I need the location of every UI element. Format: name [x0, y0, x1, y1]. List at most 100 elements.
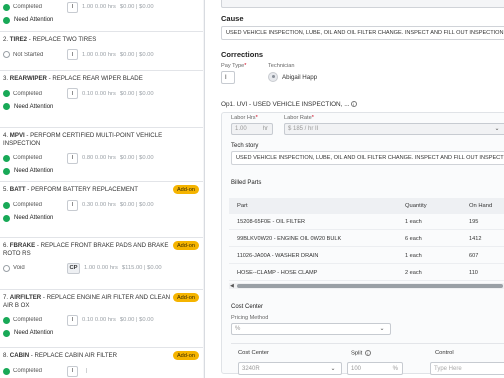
attention-icon [3, 329, 10, 337]
operation-card[interactable]: 8. CABIN - REPLACE CABIN AIR FILTER Add-o… [0, 348, 203, 378]
price-value: $0.00 [119, 202, 135, 208]
need-attention-row[interactable]: Need Attention [3, 327, 199, 339]
attention-icon [3, 16, 10, 24]
control-field[interactable]: Type Here [430, 362, 504, 375]
need-attention-row[interactable]: Need Attention [3, 165, 199, 177]
addon-badge: Add-on [172, 241, 199, 250]
need-attention-row[interactable]: Need Attention [3, 101, 199, 113]
qty-value: 1.00 [82, 51, 94, 58]
total-value: $0.00 [139, 155, 154, 161]
on-hand-cell: 195 [469, 219, 479, 225]
cause-heading: Cause [221, 14, 244, 23]
chevron-down-icon: ⌄ [494, 126, 500, 132]
pay-type-box[interactable]: CP [67, 262, 80, 274]
operation-title: 3. REARWIPER - REPLACE REAR WIPER BLADE [3, 75, 143, 82]
operation-title: 7. AIRFILTER - REPLACE ENGINE AIR FILTER… [3, 294, 171, 309]
pay-type-box[interactable]: I [67, 152, 78, 164]
parts-table-row[interactable]: HOSE--CLAMP - HOSE CLAMP 2 each 110 [229, 265, 504, 281]
operations-list: Completed I 1.00 0.00 hrs $0.00 | $0.00 Need… [0, 0, 205, 378]
qty-value: 0.80 [82, 155, 94, 161]
part-cell: 15208-65F0E - OIL FILTER [237, 219, 306, 225]
status-icon [3, 201, 10, 209]
operation-card[interactable]: 6. FBRAKE - REPLACE FRONT BRAKE PADS AND… [0, 238, 203, 290]
on-hand-cell: 607 [469, 253, 479, 259]
operation-card[interactable]: 2. TIRE2 - REPLACE TWO TIRES Not Started I… [0, 32, 203, 71]
operation-status-row: Not Started I 1.00 0.00 hrs $0.00 | $0.00 [3, 48, 199, 62]
need-attention-label: Need Attention [14, 215, 54, 221]
addon-badge: Add-on [172, 185, 199, 194]
pay-type-box[interactable]: I [67, 365, 78, 377]
repair-order-screen: Completed I 1.00 0.00 hrs $0.00 | $0.00 Need… [0, 0, 504, 378]
operation-card[interactable]: 4. MPVI - PERFORM CERTIFIED MULTI-POINT … [0, 128, 203, 182]
need-attention-label: Need Attention [14, 168, 54, 174]
total-value: $0.00 [139, 202, 154, 208]
price-value: $0.00 [119, 51, 135, 58]
info-icon[interactable]: i [364, 350, 371, 356]
parts-table-row[interactable]: 15208-65F0E - OIL FILTER 1 each 195 [229, 214, 504, 230]
operation-values: 0.80 0.00 hrs $0.00 | $0.00 [82, 155, 154, 161]
parts-table-header: Part Quantity On Hand [229, 198, 504, 214]
status-label: Completed [13, 368, 43, 374]
operation-values: 0.10 0.00 hrs $0.00 | $0.00 [82, 90, 154, 97]
parts-table-row[interactable]: 11026-JA00A - WASHER DRAIN 1 each 607 [229, 248, 504, 264]
on-hand-cell: 110 [469, 270, 478, 276]
status-label: Completed [13, 90, 43, 97]
operation-card[interactable]: 7. AIRFILTER - REPLACE ENGINE AIR FILTER… [0, 290, 203, 348]
operation-card[interactable]: 5. BATT - PERFORM BATTERY REPLACEMENT Add… [0, 182, 203, 238]
info-icon[interactable]: i [350, 101, 357, 108]
operation-values: 0.30 0.00 hrs $0.00 | $0.00 [82, 202, 154, 208]
operation-values: 0.10 0.00 hrs $0.00 | $0.00 [82, 317, 154, 323]
pay-type-box[interactable]: I [67, 1, 78, 13]
operation-detail-pane: Cause USED VEHICLE INSPECTION, LUBE, OIL… [205, 0, 504, 378]
parts-table-scrollbar[interactable]: ◀ [229, 283, 504, 289]
labor-rate-select[interactable]: $ 185 / hr II ⌄ [284, 123, 504, 135]
pricing-method-select[interactable]: % ⌄ [231, 323, 391, 335]
price-value: $0.00 [119, 317, 135, 323]
previous-field-box[interactable] [221, 0, 504, 8]
operation-values: 1.00 0.00 hrs $115.00 | $0.00 [84, 265, 162, 271]
tech-story-text[interactable]: USED VEHICLE INSPECTION, LUBE, OIL AND O… [231, 151, 504, 165]
price-value: $0.00 [119, 155, 135, 161]
quantity-cell: 6 each [405, 236, 422, 242]
operation-title: 5. BATT - PERFORM BATTERY REPLACEMENT [3, 186, 139, 193]
parts-col-header: On Hand [469, 203, 493, 209]
quantity-cell: 1 each [405, 253, 422, 259]
corrections-heading: Corrections [221, 50, 264, 59]
status-label: Completed [13, 202, 43, 208]
pay-type-box[interactable]: I [67, 88, 78, 99]
need-attention-row[interactable]: Need Attention [3, 14, 199, 26]
operation-card[interactable]: Completed I 1.00 0.00 hrs $0.00 | $0.00 Need… [0, 0, 203, 32]
pay-type-box[interactable]: I [67, 314, 78, 326]
operation-status-row: Completed I 0.10 0.00 hrs $0.00 | $0.00 [3, 87, 199, 101]
operation-status-row: Completed I 0.80 0.00 hrs $0.00 | $0.00 [3, 151, 199, 165]
pay-type-field[interactable]: I [221, 71, 235, 84]
operation-title-row: 7. AIRFILTER - REPLACE ENGINE AIR FILTER… [3, 290, 199, 309]
cost-center-select[interactable]: 3240R ⌄ [238, 362, 342, 375]
hrs-value: 0.00 hrs [94, 4, 116, 10]
scroll-left-arrow-icon[interactable]: ◀ [230, 283, 234, 289]
operation-title: 4. MPVI - PERFORM CERTIFIED MULTI-POINT … [3, 132, 163, 147]
billed-parts-label: Billed Parts [231, 180, 262, 186]
split-field[interactable]: 100 % [347, 362, 403, 375]
part-cell: HOSE--CLAMP - HOSE CLAMP [237, 270, 318, 276]
pay-type-box[interactable]: I [67, 49, 78, 60]
need-attention-label: Need Attention [14, 17, 54, 23]
scrollbar-thumb[interactable] [237, 284, 503, 288]
labor-hrs-field[interactable]: 1.00 hr [231, 123, 273, 135]
operation-values: 1.00 0.00 hrs $0.00 | $0.00 [82, 4, 154, 10]
operation-card[interactable]: 3. REARWIPER - REPLACE REAR WIPER BLADE C… [0, 71, 203, 128]
price-value: $115.00 [121, 265, 143, 271]
need-attention-row[interactable]: Need Attention [3, 212, 199, 224]
qty-value: 1.00 [82, 4, 94, 10]
need-attention-label: Need Attention [14, 330, 54, 336]
parts-table-row[interactable]: 99BLKV0W20 - ENGINE OIL 0W20 BULK 6 each 1… [229, 231, 504, 247]
attention-icon [3, 103, 10, 110]
status-label: Completed [13, 155, 43, 161]
chevron-down-icon: ⌄ [330, 366, 336, 372]
cause-text[interactable]: USED VEHICLE INSPECTION, LUBE, OIL AND O… [221, 26, 504, 40]
cc-col-cost-center: Cost Center [238, 350, 269, 356]
operation-values: 1.00 0.00 hrs $0.00 | $0.00 [82, 51, 154, 58]
pricing-method-label: Pricing Method [231, 315, 269, 321]
technician-name[interactable]: Abigail Happ [282, 74, 317, 81]
pay-type-box[interactable]: I [67, 199, 78, 211]
